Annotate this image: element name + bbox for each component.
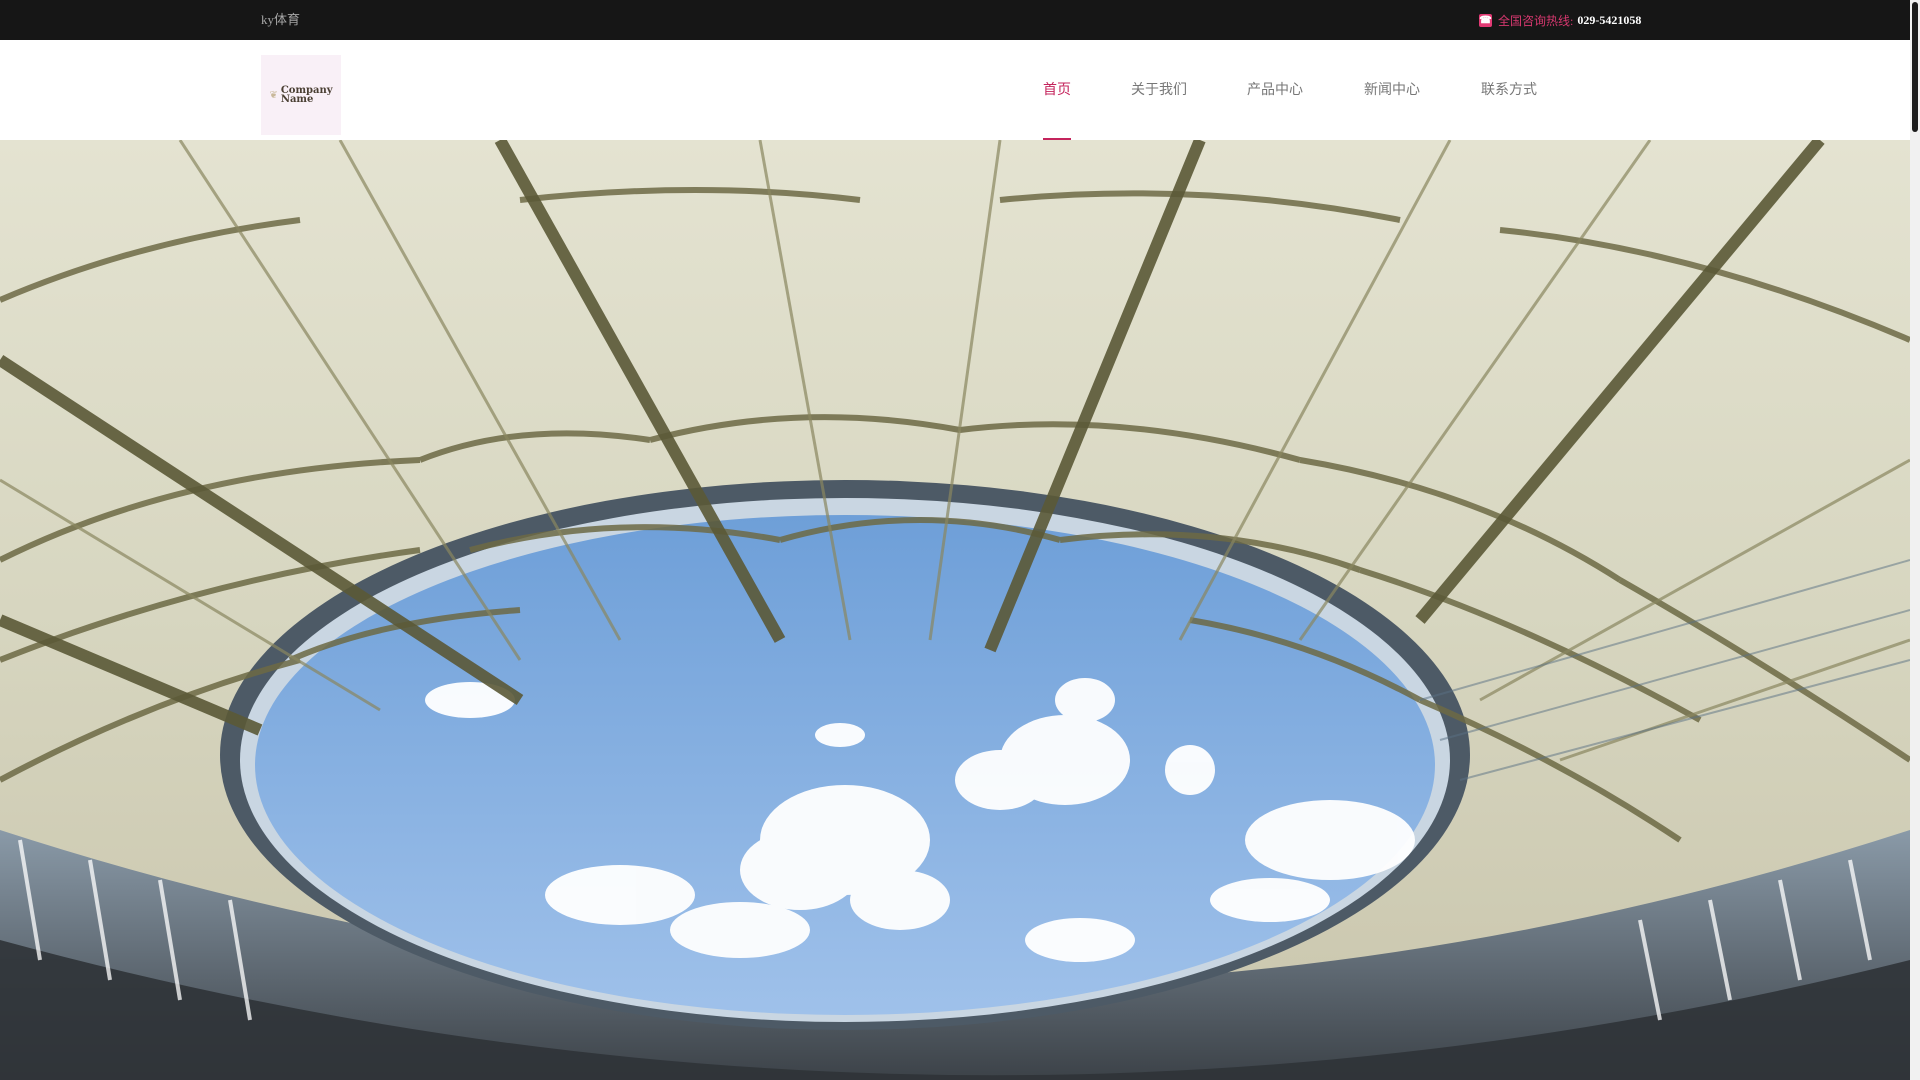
nav-item-news[interactable]: 新闻中心 (1364, 40, 1420, 140)
header: ❦ Company Name 首页 关于我们 产品中心 新闻中心 联系方式 (0, 40, 1910, 140)
leaf-icon: ❦ (269, 89, 278, 101)
hotline: ☎ 全国咨询热线: 029-5421058 (1479, 0, 1641, 40)
nav-item-products[interactable]: 产品中心 (1247, 40, 1303, 140)
logo-text: Company Name (280, 86, 333, 105)
site-name-link[interactable]: ky体育 (261, 0, 300, 40)
hotline-label: 全国咨询热线: (1498, 13, 1574, 28)
nav-item-label: 联系方式 (1481, 82, 1537, 98)
nav-item-label: 产品中心 (1247, 82, 1303, 98)
nav-item-label: 首页 (1043, 82, 1071, 98)
top-bar: ky体育 ☎ 全国咨询热线: 029-5421058 (0, 0, 1920, 40)
hero-banner-image (0, 140, 1910, 1080)
logo-text-line2: Name (280, 94, 314, 105)
company-logo[interactable]: ❦ Company Name (261, 55, 341, 135)
nav-item-label: 新闻中心 (1364, 82, 1420, 98)
phone-icon: ☎ (1479, 13, 1492, 27)
page: ky体育 ☎ 全国咨询热线: 029-5421058 ❦ Company Nam… (0, 0, 1920, 1080)
nav-item-home[interactable]: 首页 (1043, 40, 1071, 140)
scrollbar-thumb[interactable] (1912, 2, 1918, 132)
nav-item-contact[interactable]: 联系方式 (1481, 40, 1537, 140)
page-scrollbar[interactable] (1910, 0, 1920, 1080)
hotline-number: 029-5421058 (1577, 12, 1642, 27)
nav-item-about[interactable]: 关于我们 (1131, 40, 1187, 140)
nav-item-label: 关于我们 (1131, 82, 1187, 98)
stadium-roof-illustration (0, 140, 1910, 1080)
